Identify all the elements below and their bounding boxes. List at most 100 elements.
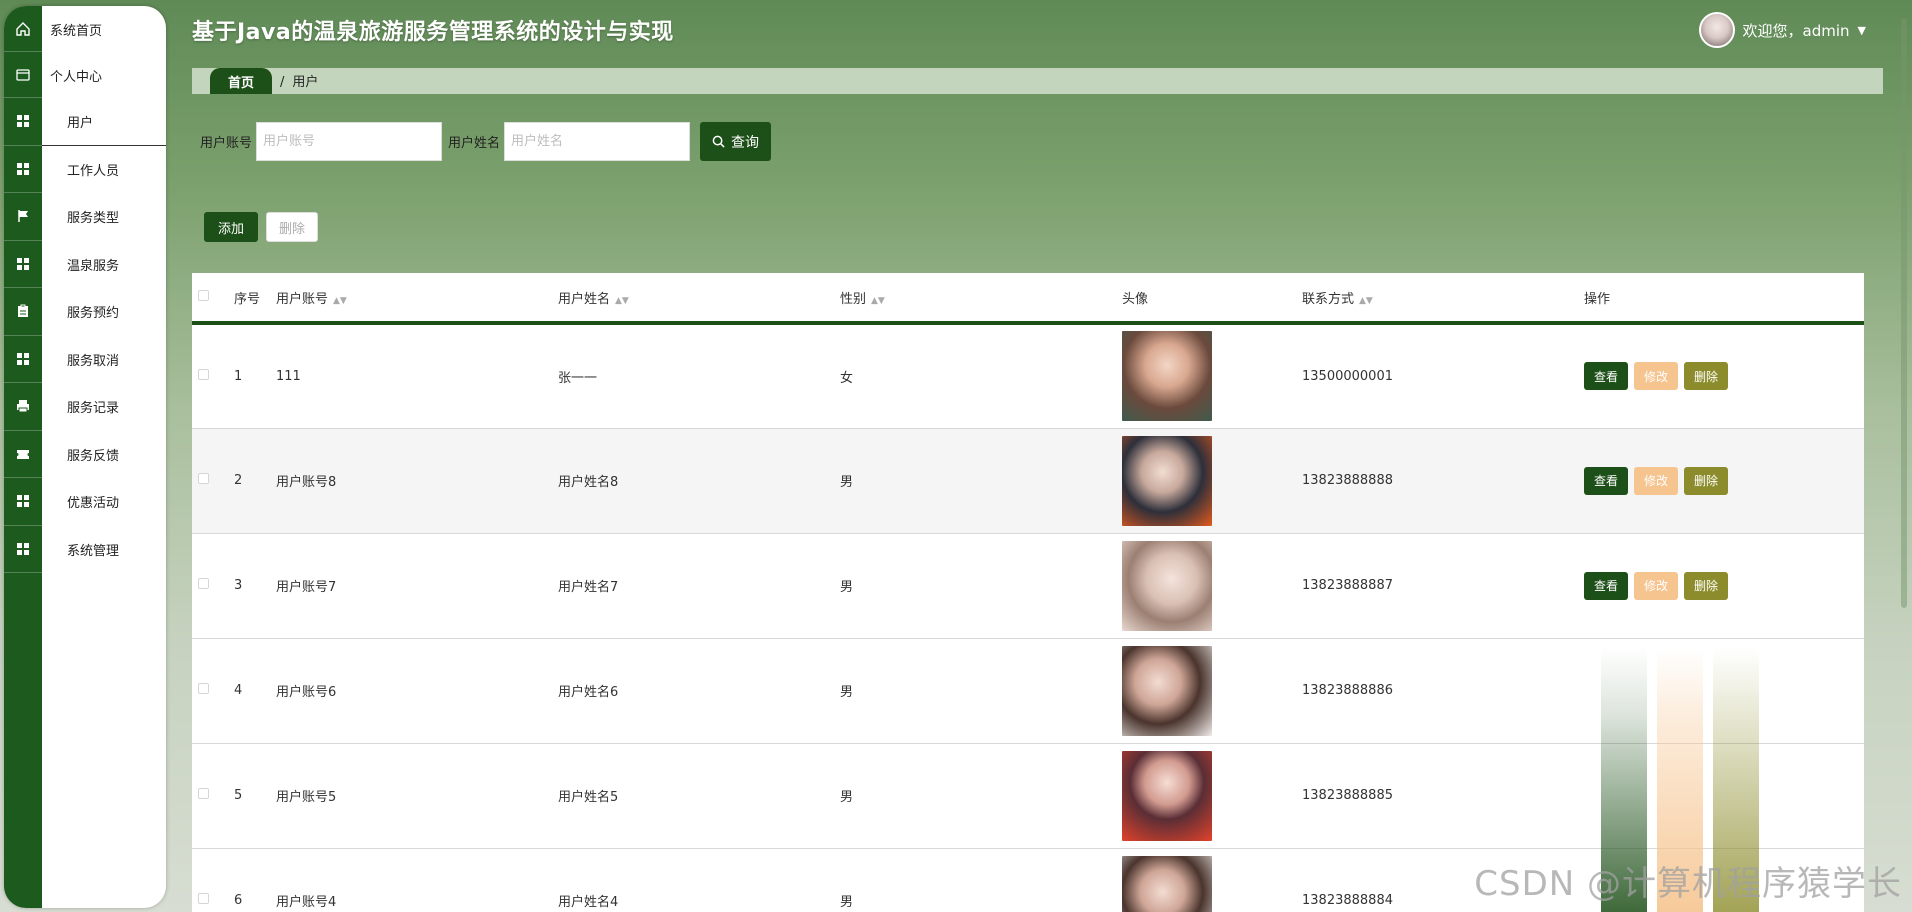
sidebar-item-label: 个人中心 (50, 69, 103, 85)
row-actions: 查看 修改 删除 (1584, 466, 1864, 495)
user-photo (1122, 331, 1212, 422)
sidebar-item-cancellations[interactable]: 服务取消 (4, 336, 166, 383)
row-avatar-cell (1122, 428, 1302, 534)
sort-icon[interactable]: ▲▼ (615, 296, 629, 306)
row-name: 用户姓名7 (558, 533, 840, 639)
view-button[interactable]: 查看 (1584, 466, 1629, 495)
row-avatar-cell (1122, 323, 1302, 429)
user-menu[interactable]: 欢迎您，admin ▼ (1698, 12, 1866, 48)
edit-button[interactable]: 修改 (1634, 362, 1679, 391)
sidebar-item-profile[interactable]: 个人中心 (4, 52, 166, 98)
row-account: 用户账号4 (276, 848, 558, 912)
home-icon (4, 6, 42, 52)
header-account[interactable]: 用户账号 ▲▼ (276, 273, 558, 325)
sidebar-item-label: 系统管理 (67, 543, 120, 559)
row-account: 用户账号6 (276, 638, 558, 744)
header-phone[interactable]: 联系方式 ▲▼ (1302, 273, 1584, 325)
row-avatar-cell (1122, 743, 1302, 849)
avatar (1698, 12, 1735, 48)
sidebar-item-staff[interactable]: 工作人员 (4, 146, 166, 193)
sidebar-item-promotions[interactable]: 优惠活动 (4, 478, 166, 526)
row-name: 用户姓名5 (558, 743, 840, 849)
sidebar: 系统首页 个人中心 用户 工作人员 服务类型 温泉服务 服务预约 服务取消 服务… (4, 6, 166, 908)
account-search-input[interactable] (256, 122, 443, 161)
delete-button[interactable]: 删除 (1684, 571, 1729, 600)
sidebar-item-home[interactable]: 系统首页 (4, 6, 166, 52)
view-button[interactable]: 查看 (1584, 362, 1629, 391)
sidebar-item-label: 工作人员 (67, 163, 120, 179)
header-index: 序号 (234, 273, 276, 325)
select-all-checkbox[interactable] (198, 289, 209, 301)
sidebar-item-label: 服务记录 (67, 401, 120, 417)
edit-button[interactable]: 修改 (1634, 466, 1679, 495)
row-gender: 男 (840, 428, 1122, 534)
sort-icon[interactable]: ▲▼ (1359, 296, 1373, 306)
row-index: 3 (234, 533, 276, 639)
sidebar-menu: 系统首页 个人中心 用户 工作人员 服务类型 温泉服务 服务预约 服务取消 服务… (4, 6, 166, 573)
search-button[interactable]: 查询 (700, 122, 772, 161)
user-photo (1122, 435, 1212, 526)
delete-button[interactable]: 删除 (1684, 466, 1729, 495)
sidebar-item-label: 优惠活动 (67, 496, 120, 512)
table-row: 1 111 张一一女 13500000001 查看 修改 删除 (192, 323, 1864, 429)
scrollbar[interactable] (1901, 18, 1907, 608)
row-checkbox[interactable] (198, 683, 209, 694)
account-label: 用户账号 (200, 136, 253, 151)
row-gender: 男 (840, 848, 1122, 912)
printer-icon (4, 383, 42, 431)
view-button[interactable]: 查看 (1584, 571, 1629, 600)
header-avatar: 头像 (1122, 273, 1302, 325)
sidebar-item-spa-services[interactable]: 温泉服务 (4, 241, 166, 288)
watermark: CSDN @计算机程序猿学长 (1474, 864, 1902, 904)
edit-button[interactable]: 修改 (1634, 571, 1679, 600)
row-gender: 男 (840, 533, 1122, 639)
app-title: 基于Java的温泉旅游服务管理系统的设计与实现 (192, 20, 674, 45)
header-account-label: 用户账号 (276, 291, 329, 307)
row-phone: 13823888886 (1302, 638, 1584, 744)
row-checkbox[interactable] (198, 368, 209, 380)
row-account: 用户账号7 (276, 533, 558, 639)
sort-icon[interactable]: ▲▼ (871, 296, 885, 306)
sidebar-item-reservations[interactable]: 服务预约 (4, 288, 166, 336)
name-search-input[interactable] (504, 122, 691, 161)
breadcrumb: 首页 / 用户 (192, 68, 1883, 94)
grid-icon (4, 526, 42, 573)
row-gender: 男 (840, 638, 1122, 744)
row-phone: 13500000001 (1302, 323, 1584, 429)
row-avatar-cell (1122, 848, 1302, 912)
header-gender[interactable]: 性别 ▲▼ (840, 273, 1122, 325)
row-name: 张一一 (558, 323, 840, 429)
row-checkbox[interactable] (198, 473, 209, 484)
row-ops: 查看 修改 删除 (1584, 428, 1864, 534)
row-select-cell (192, 848, 234, 912)
sidebar-item-service-types[interactable]: 服务类型 (4, 193, 166, 241)
sidebar-item-label: 系统首页 (50, 23, 103, 39)
sort-icon[interactable]: ▲▼ (333, 296, 347, 306)
user-photo (1122, 645, 1212, 736)
batch-delete-button[interactable]: 删除 (266, 212, 319, 242)
row-gender: 女 (840, 323, 1122, 429)
header-phone-label: 联系方式 (1302, 291, 1355, 307)
sidebar-item-feedback[interactable]: 服务反馈 (4, 431, 166, 478)
header-name[interactable]: 用户姓名 ▲▼ (558, 273, 840, 325)
user-photo (1122, 540, 1212, 631)
delete-button[interactable]: 删除 (1684, 362, 1729, 391)
row-checkbox[interactable] (198, 578, 209, 589)
row-index: 4 (234, 638, 276, 744)
row-account: 111 (276, 323, 558, 429)
row-checkbox[interactable] (198, 893, 209, 904)
row-name: 用户姓名8 (558, 428, 840, 534)
row-checkbox[interactable] (198, 788, 209, 799)
add-button[interactable]: 添加 (204, 212, 259, 242)
sidebar-item-label: 服务反馈 (67, 448, 120, 464)
breadcrumb-home[interactable]: 首页 (210, 68, 273, 94)
header-gender-label: 性别 (840, 291, 867, 307)
welcome-text: 欢迎您，admin (1742, 21, 1850, 40)
row-gender: 男 (840, 743, 1122, 849)
grid-icon (4, 241, 42, 288)
sidebar-item-system[interactable]: 系统管理 (4, 526, 166, 573)
row-select-cell (192, 743, 234, 849)
row-ops: 查看 修改 删除 (1584, 323, 1864, 429)
sidebar-item-users[interactable]: 用户 (4, 98, 166, 146)
sidebar-item-records[interactable]: 服务记录 (4, 383, 166, 431)
